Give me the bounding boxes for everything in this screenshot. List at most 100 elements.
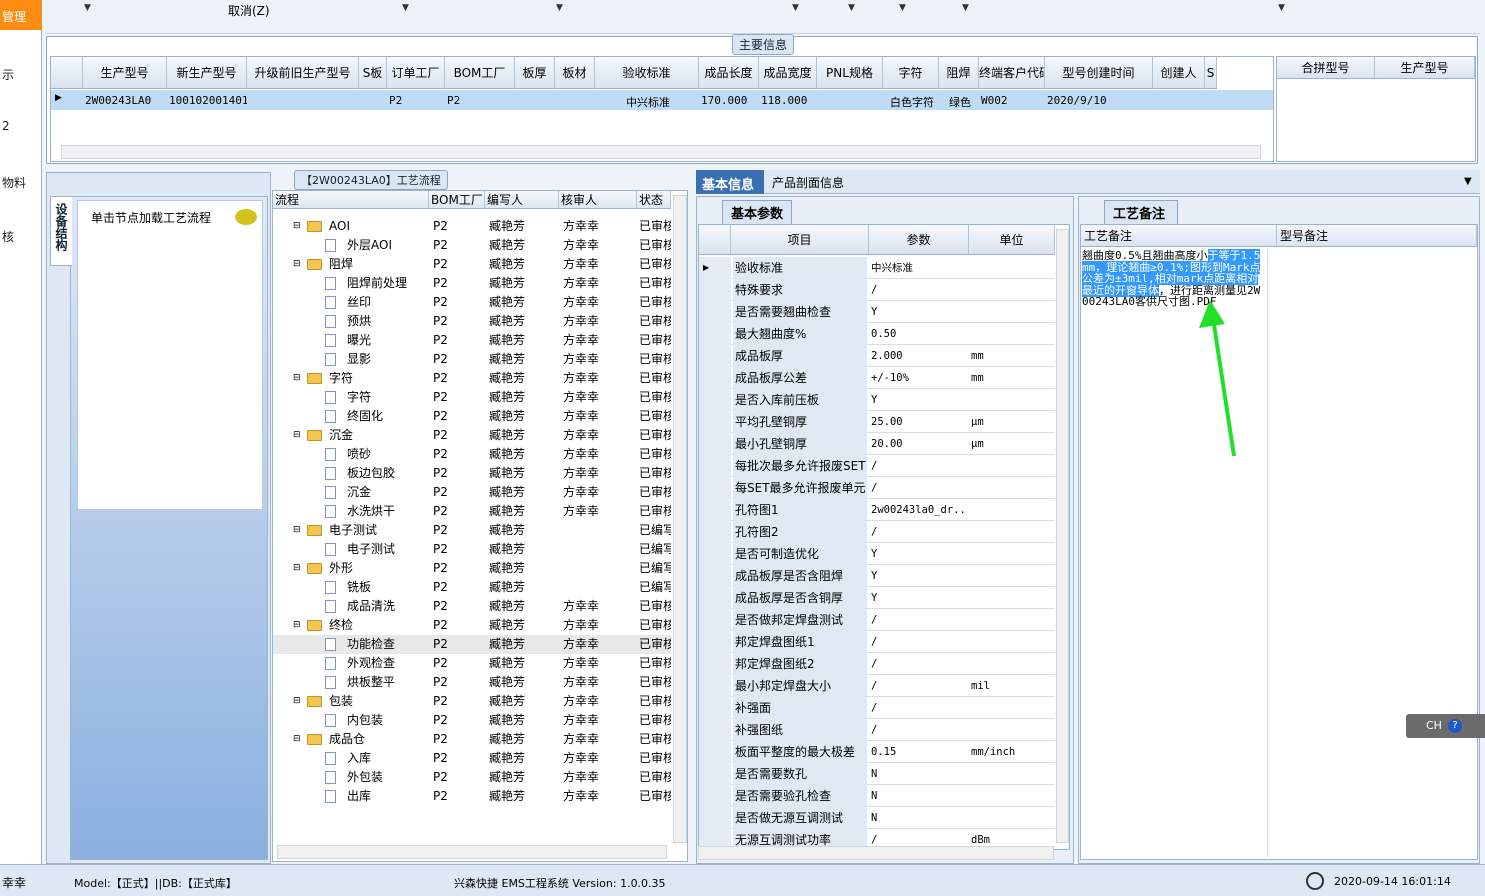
param-row[interactable]: 最小孔壁铜厚 20.00 μm [699,433,1055,455]
param-row[interactable]: 孔符图1 2w00243la0_dr... [699,499,1055,521]
param-value[interactable]: Y [869,389,967,411]
collapse-icon[interactable]: ⊟ [293,692,301,711]
tree-row[interactable]: 阻焊前处理 P2 臧艳芳 方幸幸 已审核 [273,274,671,293]
param-row[interactable]: 成品板厚公差 +/-10% mm [699,367,1055,389]
column-header[interactable]: 创建人 [1153,57,1205,89]
param-row[interactable]: 是否需要数孔 N [699,763,1055,785]
row-header[interactable] [699,521,731,543]
tree-row[interactable]: ⊟ AOI P2 臧艳芳 方幸幸 已审核 [273,217,671,236]
column-header[interactable]: 终端客户代码 [979,57,1045,89]
column-header[interactable]: 工艺备注 [1081,225,1277,247]
row-header[interactable] [699,785,731,807]
row-header[interactable] [699,631,731,653]
column-header[interactable]: 阻焊 [939,57,979,89]
param-value[interactable]: 0.50 [869,323,967,345]
param-row[interactable]: 每批次最多允许报废SET / [699,455,1055,477]
column-header[interactable]: 型号备注 [1277,225,1477,247]
param-row[interactable]: 成品板厚是否含阻焊 Y [699,565,1055,587]
tree-row[interactable]: 曝光 P2 臧艳芳 方幸幸 已审核 [273,331,671,350]
row-header[interactable] [699,763,731,785]
param-value[interactable]: 25.00 [869,411,967,433]
param-value[interactable]: 2.000 [869,345,967,367]
column-header[interactable]: 状态 [637,191,671,209]
column-header[interactable]: 订单工厂 [387,57,445,89]
tree-row[interactable]: 成品清洗 P2 臧艳芳 方幸幸 已审核 [273,597,671,616]
param-value[interactable]: N [869,807,967,829]
param-row[interactable]: 是否入库前压板 Y [699,389,1055,411]
collapse-icon[interactable]: ⊟ [293,217,301,236]
nav-item-2[interactable]: 示 [2,66,14,83]
tree-row[interactable]: 功能检查 P2 臧艳芳 方幸幸 已审核 [273,635,671,654]
row-header[interactable] [699,411,731,433]
column-header[interactable]: 升级前旧生产型号 [247,57,359,89]
collapse-icon[interactable]: ⊟ [293,369,301,388]
column-header[interactable]: 核审人 [559,191,637,209]
collapse-icon[interactable]: ⊟ [293,521,301,540]
row-header[interactable] [699,543,731,565]
vertical-scrollbar[interactable] [1056,229,1069,843]
row-header[interactable] [699,587,731,609]
param-value[interactable]: Y [869,301,967,323]
column-header[interactable]: 成品宽度 [759,57,817,89]
tree-row[interactable]: ⊟ 终检 P2 臧艳芳 方幸幸 已审核 [273,616,671,635]
tree-row[interactable]: 内包装 P2 臧艳芳 方幸幸 已审核 [273,711,671,730]
row-header[interactable] [699,367,731,389]
row-header[interactable] [699,675,731,697]
tree-row[interactable]: ⊟ 外形 P2 臧艳芳 已编写 [273,559,671,578]
param-value[interactable]: / [869,697,967,719]
row-header[interactable] [699,719,731,741]
tree-row[interactable]: ⊟ 包装 P2 臧艳芳 方幸幸 已审核 [273,692,671,711]
tree-row[interactable]: ⊟ 电子测试 P2 臧艳芳 已编写 [273,521,671,540]
column-header[interactable]: S [1205,57,1217,89]
tree-row[interactable]: 丝印 P2 臧艳芳 方幸幸 已审核 [273,293,671,312]
param-row[interactable]: 孔符图2/ [699,521,1055,543]
param-value[interactable]: N [869,785,967,807]
column-header[interactable]: 新生产型号 [167,57,247,89]
tab-equipment-structure[interactable]: 设备结构 [50,196,72,266]
nav-item-5[interactable]: 核 [2,228,14,245]
collapse-icon[interactable]: ⊟ [293,255,301,274]
param-value[interactable]: 2w00243la0_dr... [869,499,967,521]
tree-row[interactable]: 入库 P2 臧艳芳 方幸幸 已审核 [273,749,671,768]
param-value[interactable]: Y [869,587,967,609]
row-header[interactable] [699,323,731,345]
tree-row[interactable]: 喷砂 P2 臧艳芳 方幸幸 已审核 [273,445,671,464]
chevron-down-icon[interactable]: ▼ [1464,176,1472,187]
row-header[interactable] [699,807,731,829]
column-header[interactable]: S板 [359,57,387,89]
tree-row[interactable]: 外观检查 P2 臧艳芳 方幸幸 已审核 [273,654,671,673]
param-row[interactable]: 最大翘曲度% 0.50 [699,323,1055,345]
param-row[interactable]: 是否需要翘曲检查 Y [699,301,1055,323]
row-header[interactable] [699,279,731,301]
param-value[interactable]: / [869,719,967,741]
tree-row[interactable]: 字符 P2 臧艳芳 方幸幸 已审核 [273,388,671,407]
chevron-down-icon[interactable]: ▼ [792,3,799,13]
param-value[interactable]: / [869,675,967,697]
param-row[interactable]: 是否做无源互调测试 N [699,807,1055,829]
column-header[interactable]: 生产型号 [83,57,167,89]
param-row[interactable]: 补强图纸 / [699,719,1055,741]
param-value[interactable]: / [869,477,967,499]
tree-row[interactable]: ⊟ 沉金 P2 臧艳芳 方幸幸 已审核 [273,426,671,445]
cancel-button[interactable]: 取消(Z) [228,2,270,19]
param-row[interactable]: 成品板厚是否含铜厚 Y [699,587,1055,609]
ime-indicator[interactable]: CH ? [1406,714,1485,738]
param-value[interactable]: / [869,631,967,653]
row-header[interactable] [699,345,731,367]
tree-row[interactable]: 终固化 P2 臧艳芳 方幸幸 已审核 [273,407,671,426]
tree-row[interactable]: 出库 P2 臧艳芳 方幸幸 已审核 [273,787,671,806]
param-value[interactable]: 20.00 [869,433,967,455]
param-row[interactable]: 平均孔壁铜厚 25.00 μm [699,411,1055,433]
param-row[interactable]: 是否需要验孔检查 N [699,785,1055,807]
column-header[interactable]: 成品长度 [699,57,759,89]
tree-row[interactable]: 显影 P2 臧艳芳 方幸幸 已审核 [273,350,671,369]
column-header[interactable]: 生产型号 [1375,57,1475,79]
horizontal-scrollbar[interactable] [277,845,667,859]
help-icon[interactable]: ? [1448,719,1462,733]
tree-row[interactable]: 板边包胶 P2 臧艳芳 方幸幸 已审核 [273,464,671,483]
column-header[interactable]: 项目 [731,225,869,255]
column-header[interactable]: 型号创建时间 [1045,57,1153,89]
vertical-scrollbar[interactable] [673,195,687,843]
collapse-icon[interactable]: ⊟ [293,730,301,749]
param-row[interactable]: ▶ 验收标准 中兴标准 [699,257,1055,279]
